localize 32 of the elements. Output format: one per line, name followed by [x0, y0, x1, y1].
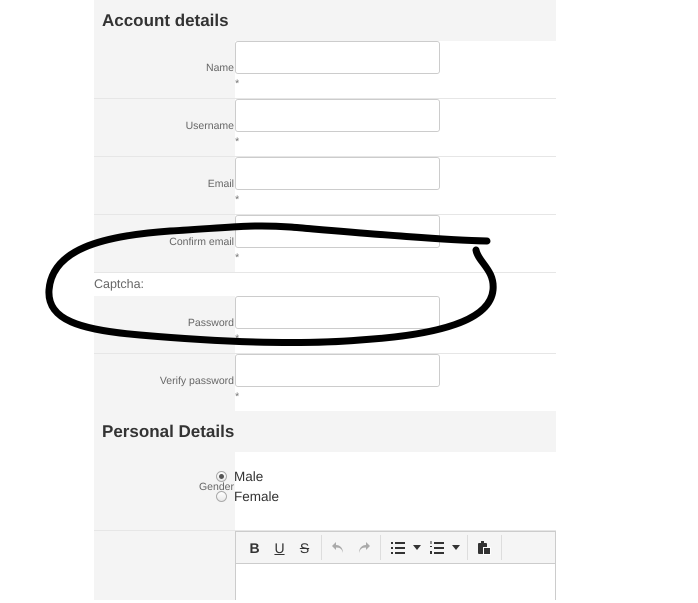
required-mark: * — [235, 135, 240, 148]
field-label: Email — [208, 178, 235, 190]
input-field[interactable] — [235, 99, 440, 132]
input-field[interactable] — [235, 296, 440, 329]
section-title: Account details — [102, 10, 229, 30]
required-mark: * — [235, 390, 240, 403]
radio-label[interactable]: Female — [234, 489, 280, 504]
underline-button[interactable]: U — [267, 536, 292, 558]
field-label: Gender — [198, 481, 235, 493]
section-title: Personal Details — [102, 422, 234, 442]
numbered-list-icon — [430, 541, 444, 554]
field-label: Confirm email — [169, 236, 235, 248]
required-mark: * — [235, 193, 240, 206]
input-field[interactable] — [235, 157, 440, 190]
required-mark: * — [235, 251, 240, 264]
input-field[interactable] — [235, 41, 440, 74]
bold-button[interactable]: B — [242, 536, 267, 558]
redo-icon — [357, 542, 370, 553]
caret-icon — [452, 545, 460, 550]
field-label: Username — [186, 120, 235, 132]
bullet-list-icon — [390, 542, 404, 554]
field-label: Name — [206, 62, 235, 74]
clipboard-icon — [478, 540, 491, 554]
caret-icon — [413, 545, 421, 550]
field-label: Verify password — [160, 375, 235, 387]
required-mark: * — [235, 77, 240, 90]
field-label: Password — [188, 317, 235, 329]
required-mark: * — [235, 332, 240, 345]
strike-button[interactable]: S — [292, 536, 317, 558]
undo-icon — [332, 542, 345, 553]
input-field[interactable] — [235, 354, 440, 387]
radio-label[interactable]: Male — [234, 469, 264, 484]
